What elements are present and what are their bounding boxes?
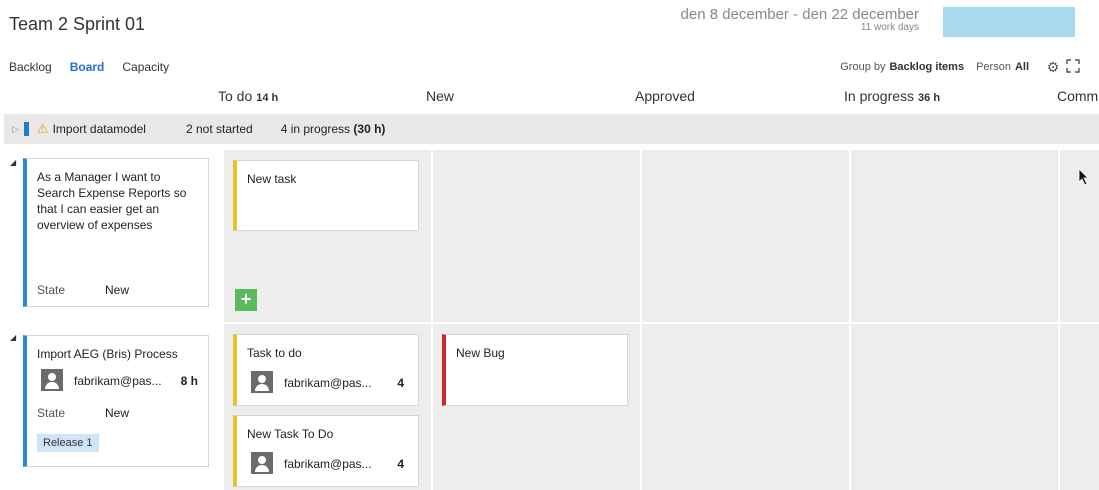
group-by-select[interactable]: Backlog items (889, 61, 964, 73)
group-by-label: Group by (840, 61, 886, 73)
remaining-work: 4 (397, 376, 404, 390)
sprint-title: Team 2 Sprint 01 (9, 14, 146, 34)
summary-title[interactable]: Import datamodel (53, 122, 146, 136)
state-label: State (37, 283, 66, 297)
cell-lane1-new (433, 150, 640, 322)
tab-capacity[interactable]: Capacity (122, 60, 169, 74)
card-title: New Bug (456, 346, 505, 360)
column-header-approved: Approved (635, 88, 695, 104)
column-hours: 36 h (918, 92, 941, 104)
column-name: Comm (1057, 88, 1099, 104)
assignee: fabrikam@pas... (284, 457, 372, 471)
task-card[interactable]: New task (233, 160, 419, 231)
sprint-dates: den 8 december - den 22 december 11 work… (681, 6, 919, 33)
work-days: 11 work days (860, 22, 919, 33)
column-header-committed: Comm (1057, 88, 1098, 104)
bug-card[interactable]: New Bug (442, 334, 628, 406)
avatar (251, 371, 273, 393)
parent-summary-row[interactable]: ▷ ⚠ Import datamodel 2 not started 4 in … (4, 114, 1099, 144)
release-tag[interactable]: Release 1 (37, 434, 99, 452)
board-toolbar: Group by Backlog items Person All ⚙ (840, 59, 1081, 75)
column-name: In progress (844, 88, 915, 104)
cell-lane2-approved (642, 324, 849, 490)
column-name: New (426, 88, 455, 104)
cell-lane1-in-progress (851, 150, 1058, 322)
add-task-button[interactable]: + (235, 289, 257, 311)
avatar (251, 452, 273, 474)
state-value: New (105, 406, 130, 420)
task-card[interactable]: Task to do fabrikam@pas... 4 (233, 334, 419, 406)
tab-backlog[interactable]: Backlog (9, 60, 52, 74)
assignee: fabrikam@pas... (74, 374, 162, 388)
column-header-todo: To do 14 h (218, 88, 278, 104)
remaining-hours: 8 h (180, 374, 198, 388)
assignee: fabrikam@pas... (284, 376, 372, 390)
warning-icon: ⚠ (36, 121, 49, 136)
capacity-bar (943, 7, 1075, 37)
feature-color-bar (23, 122, 29, 136)
backlog-item-card[interactable]: Import AEG (Bris) Process fabrikam@pas..… (23, 335, 209, 467)
backlog-item-card[interactable]: As a Manager I want to Search Expense Re… (23, 158, 209, 307)
column-name: Approved (635, 88, 695, 104)
view-tabs: Backlog Board Capacity (9, 60, 169, 74)
card-title: New task (247, 172, 297, 186)
mouse-cursor-icon (1078, 168, 1090, 191)
collapse-icon[interactable]: ◢ (10, 333, 16, 342)
column-name: To do (218, 88, 253, 104)
cell-lane2-in-progress (851, 324, 1058, 490)
expand-icon[interactable]: ▷ (12, 124, 19, 135)
cell-lane1-approved (642, 150, 849, 322)
in-progress-hours: (30 h) (353, 122, 386, 136)
card-title: As a Manager I want to Search Expense Re… (37, 170, 187, 232)
gear-icon[interactable]: ⚙ (1045, 59, 1061, 75)
cell-lane2-committed (1060, 324, 1099, 490)
summary-in-progress: 4 in progress (30 h) (281, 122, 386, 136)
person-label: Person (976, 61, 1011, 73)
in-progress-count: 4 in progress (280, 122, 351, 136)
card-title: Task to do (247, 346, 302, 360)
person-select[interactable]: All (1015, 61, 1029, 73)
card-title: Import AEG (Bris) Process (37, 347, 178, 361)
remaining-work: 4 (397, 457, 404, 471)
collapse-icon[interactable]: ◢ (10, 158, 16, 167)
summary-not-started: 2 not started (185, 122, 253, 136)
date-range: den 8 december - den 22 december (680, 6, 919, 23)
avatar (41, 369, 63, 391)
fullscreen-icon[interactable] (1065, 59, 1081, 75)
state-value: New (105, 283, 130, 297)
column-header-in-progress: In progress 36 h (844, 88, 940, 104)
column-header-new: New (426, 88, 454, 104)
column-hours: 14 h (256, 92, 279, 104)
task-card[interactable]: New Task To Do fabrikam@pas... 4 (233, 415, 419, 487)
tab-board[interactable]: Board (70, 60, 105, 74)
state-label: State (37, 406, 66, 420)
card-title: New Task To Do (247, 427, 334, 441)
